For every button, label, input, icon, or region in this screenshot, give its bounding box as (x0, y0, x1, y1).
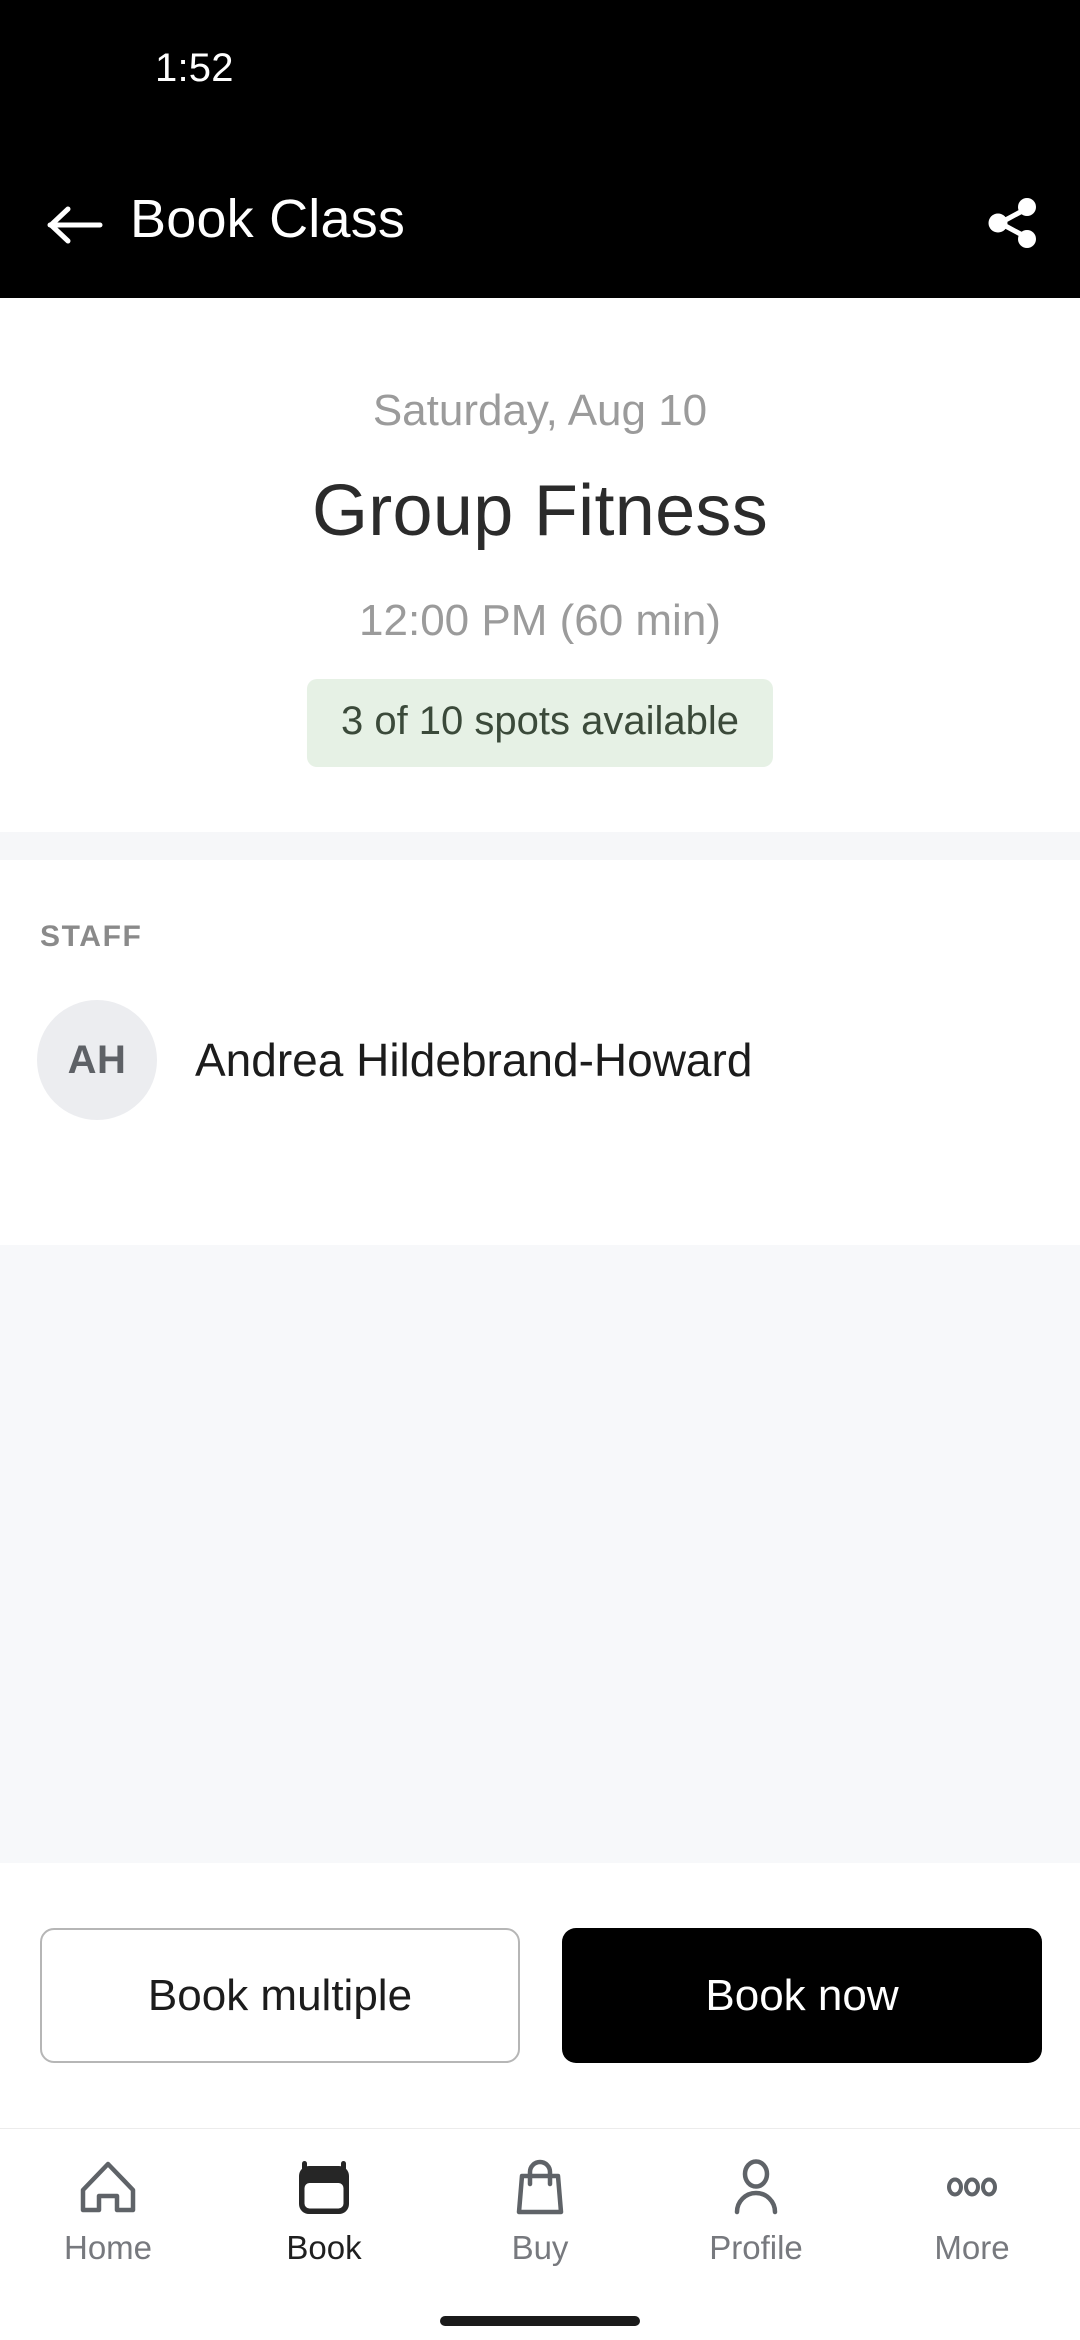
status-bar-clock: 1:52 (155, 46, 234, 90)
app-bar: Book Class (0, 150, 1080, 298)
nav-label-book: Book (286, 2229, 362, 2266)
nav-item-buy[interactable]: Buy (432, 2129, 648, 2299)
back-button[interactable] (42, 194, 108, 256)
book-multiple-button[interactable]: Book multiple (40, 1928, 520, 2063)
bottom-navigation: Home Book Buy Profile More (0, 2128, 1080, 2340)
nav-item-profile[interactable]: Profile (648, 2129, 864, 2299)
share-button[interactable] (978, 194, 1046, 256)
staff-section: STAFF AH Andrea Hildebrand-Howard (0, 860, 1080, 1245)
class-name: Group Fitness (311, 471, 769, 551)
class-time: 12:00 PM (60 min) (359, 596, 721, 645)
app-screen: 1:52 Book Class Saturday, Aug 10 Group F… (0, 0, 1080, 2340)
nav-label-home: Home (63, 2229, 153, 2266)
content-filler (0, 1245, 1080, 1863)
nav-item-book[interactable]: Book (216, 2129, 432, 2299)
nav-label-buy: Buy (511, 2229, 569, 2266)
arrow-left-icon (46, 203, 104, 247)
page-title: Book Class (130, 189, 406, 249)
nav-item-more[interactable]: More (864, 2129, 1080, 2299)
person-icon (725, 2151, 787, 2223)
home-icon (77, 2151, 139, 2223)
home-indicator (440, 2316, 640, 2326)
staff-section-label: STAFF (40, 920, 143, 953)
list-item[interactable]: AH Andrea Hildebrand-Howard (0, 995, 1080, 1125)
nav-label-profile: Profile (709, 2229, 803, 2266)
section-divider (0, 832, 1080, 860)
class-info-section: Saturday, Aug 10 Group Fitness 12:00 PM … (0, 298, 1080, 832)
shopping-bag-icon (509, 2151, 571, 2223)
avatar: AH (37, 1000, 157, 1120)
share-icon (983, 194, 1041, 257)
action-bar: Book multiple Book now (0, 1863, 1080, 2128)
ellipsis-icon (941, 2151, 1003, 2223)
class-date: Saturday, Aug 10 (372, 386, 708, 435)
nav-label-more: More (934, 2229, 1010, 2266)
book-now-button[interactable]: Book now (562, 1928, 1042, 2063)
nav-item-home[interactable]: Home (0, 2129, 216, 2299)
status-badge: 3 of 10 spots available (306, 679, 774, 767)
calendar-icon (293, 2151, 355, 2223)
status-bar: 1:52 (0, 0, 1080, 150)
staff-name: Andrea Hildebrand-Howard (195, 1034, 753, 1086)
